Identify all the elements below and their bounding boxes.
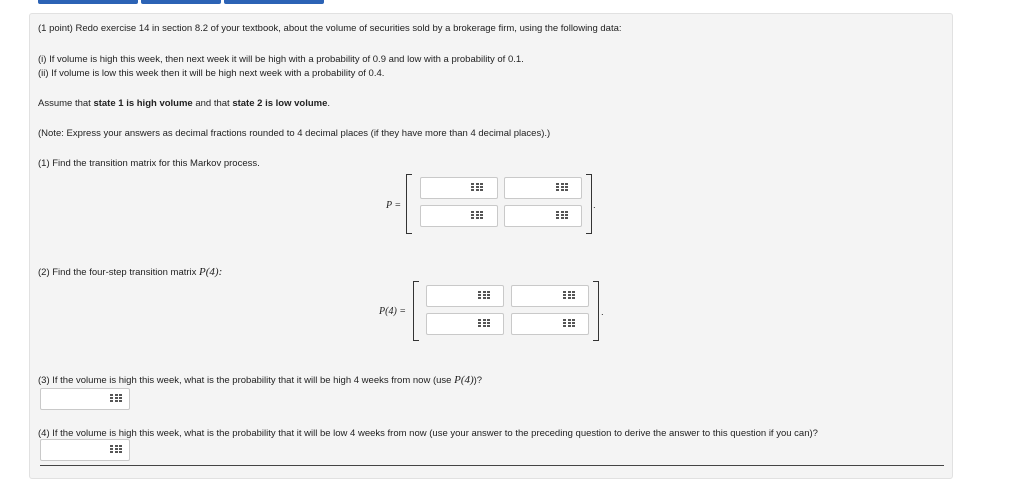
matrix-entry-icon[interactable]	[478, 319, 490, 329]
top-tabs	[38, 0, 328, 4]
p-bracket-left	[406, 174, 412, 234]
p12-input[interactable]	[504, 177, 582, 199]
p-matrix-label: P =	[386, 200, 402, 211]
tab-3[interactable]	[224, 0, 324, 4]
assume-state1: state 1 is high volume	[93, 98, 193, 109]
note-text: (Note: Express your answers as decimal f…	[38, 128, 551, 139]
matrix-entry-icon[interactable]	[563, 291, 575, 301]
matrix-entry-icon[interactable]	[110, 394, 122, 404]
question-1: (1) Find the transition matrix for this …	[38, 158, 260, 169]
assume-mid: and that	[192, 98, 233, 109]
p4-22-input[interactable]	[511, 313, 589, 335]
p4-12-input[interactable]	[511, 285, 589, 307]
question-2-text: (2) Find the four-step transition matrix	[38, 267, 200, 278]
p11-input[interactable]	[420, 177, 498, 199]
question-3-end: )?	[473, 375, 483, 386]
p-bracket-right	[586, 174, 592, 234]
p4-21-input[interactable]	[426, 313, 504, 335]
p22-input[interactable]	[504, 205, 582, 227]
tab-2[interactable]	[141, 0, 221, 4]
tab-1[interactable]	[38, 0, 138, 4]
problem-intro: (1 point) Redo exercise 14 in section 8.…	[38, 23, 622, 34]
assume-state2: state 2 is low volume	[232, 98, 328, 109]
condition-2: (ii) If volume is low this week then it …	[38, 68, 385, 79]
condition-1: (i) If volume is high this week, then ne…	[38, 54, 524, 65]
matrix-entry-icon[interactable]	[471, 211, 483, 221]
assume-post: .	[327, 98, 331, 109]
p4-bracket-left	[413, 281, 419, 341]
matrix-entry-icon[interactable]	[556, 211, 568, 221]
question-2-math: P(4):	[199, 266, 223, 278]
matrix-entry-icon[interactable]	[110, 445, 122, 455]
matrix-entry-icon[interactable]	[478, 291, 490, 301]
p21-input[interactable]	[420, 205, 498, 227]
p-period: .	[593, 200, 596, 211]
p4-bracket-right	[593, 281, 599, 341]
p4-11-input[interactable]	[426, 285, 504, 307]
matrix-entry-icon[interactable]	[563, 319, 575, 329]
bottom-divider	[40, 465, 944, 466]
p4-matrix-label: P(4) =	[379, 306, 407, 317]
assumption-text: Assume that state 1 is high volume and t…	[38, 98, 330, 110]
question-3-math: P(4)	[454, 374, 474, 386]
matrix-entry-icon[interactable]	[556, 183, 568, 193]
p4-period: .	[601, 307, 604, 318]
question-3: (3) If the volume is high this week, wha…	[38, 374, 482, 387]
matrix-entry-icon[interactable]	[471, 183, 483, 193]
question-4: (4) If the volume is high this week, wha…	[38, 428, 818, 439]
question-2: (2) Find the four-step transition matrix…	[38, 266, 222, 279]
question-3-text: (3) If the volume is high this week, wha…	[38, 375, 455, 386]
assume-pre: Assume that	[38, 98, 94, 109]
problem-panel: (1 point) Redo exercise 14 in section 8.…	[29, 13, 953, 479]
